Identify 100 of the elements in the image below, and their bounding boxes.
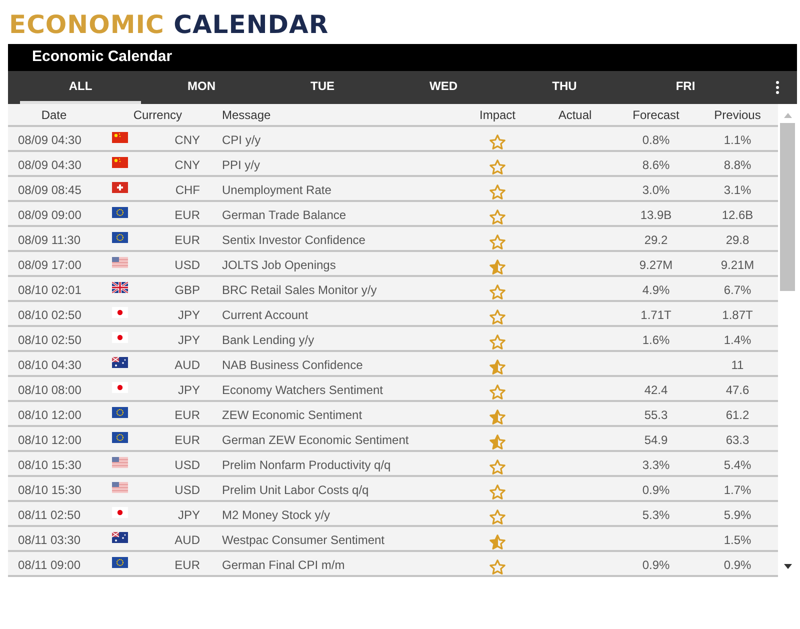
previous-cell: 1.7%: [724, 483, 752, 497]
scroll-down-icon[interactable]: [784, 564, 792, 569]
message-cell-text: M2 Money Stock y/y: [222, 507, 332, 524]
currency-cell-text: EUR: [174, 407, 200, 424]
forecast-cell: 9.27M: [639, 258, 673, 272]
scrollbar-thumb[interactable]: [780, 123, 795, 291]
forecast-cell: 8.6%: [642, 158, 670, 172]
message-cell-text: Sentix Investor Confidence: [222, 232, 366, 249]
date-cell-text: 08/09 08:45: [17, 182, 82, 199]
flag-icon: [112, 157, 128, 168]
date-cell-text: 08/10 04:30: [17, 357, 82, 374]
message-cell-text: Prelim Nonfarm Productivity q/q: [222, 457, 392, 474]
column-header: Message: [222, 106, 271, 124]
flag-icon: [112, 432, 128, 443]
currency-cell-text: EUR: [174, 432, 200, 449]
message-cell-text: CPI y/y: [222, 132, 262, 149]
previous-cell: 1.4%: [724, 333, 752, 347]
currency-cell-text: JPY: [178, 307, 200, 324]
date-cell-text: 08/10 02:50: [17, 307, 82, 324]
flag-icon: [112, 132, 128, 143]
date-cell-text: 08/09 09:00: [17, 207, 82, 224]
currency-cell-text: JPY: [178, 507, 200, 524]
day-tab[interactable]: ALL: [20, 71, 141, 104]
message-cell-text: PPI y/y: [222, 157, 262, 174]
date-cell-text: 08/10 15:30: [17, 457, 82, 474]
previous-cell: 1.5%: [724, 533, 752, 547]
currency-cell-text: EUR: [174, 207, 200, 224]
message-cell-text: Westpac Consumer Sentiment: [222, 532, 386, 549]
forecast-cell: 3.3%: [642, 458, 670, 472]
message-cell-text: German Final CPI m/m: [222, 557, 346, 574]
widget-title: Economic Calendar: [32, 47, 172, 68]
date-cell-text: 08/09 04:30: [17, 157, 82, 174]
column-header: Actual: [558, 106, 592, 124]
column-header: Impact: [479, 106, 516, 124]
previous-cell: 0.9%: [724, 558, 752, 572]
currency-cell-text: USD: [174, 257, 200, 274]
flag-icon: [112, 207, 128, 218]
day-tab[interactable]: TUE: [262, 71, 383, 104]
previous-cell: 1.1%: [724, 133, 752, 147]
flag-icon: [112, 457, 128, 468]
message-cell-text: JOLTS Job Openings: [222, 257, 337, 274]
currency-cell-text: GBP: [174, 282, 200, 299]
forecast-cell: 3.0%: [642, 183, 670, 197]
flag-icon: [112, 332, 128, 343]
date-cell-text: 08/09 04:30: [17, 132, 82, 149]
previous-cell: 61.2: [726, 408, 750, 422]
message-cell-text: NAB Business Confidence: [222, 357, 364, 374]
date-cell-text: 08/10 15:30: [17, 482, 82, 499]
date-cell-text: 08/10 12:00: [17, 432, 82, 449]
day-tab[interactable]: WED: [383, 71, 504, 104]
previous-cell: 5.9%: [724, 508, 752, 522]
forecast-cell: 54.9: [644, 433, 668, 447]
previous-cell: 9.21M: [720, 258, 754, 272]
date-cell-text: 08/09 17:00: [17, 257, 82, 274]
forecast-cell: 0.9%: [642, 483, 670, 497]
flag-icon: [112, 507, 128, 518]
day-tab[interactable]: THU: [504, 71, 625, 104]
flag-icon: [112, 382, 128, 393]
day-tab[interactable]: FRI: [625, 71, 746, 104]
currency-cell-text: JPY: [178, 332, 200, 349]
previous-cell: 63.3: [726, 433, 750, 447]
previous-cell: 12.6B: [722, 208, 754, 222]
forecast-cell: 0.9%: [642, 558, 670, 572]
flag-icon: [112, 532, 128, 543]
flag-icon: [112, 557, 128, 568]
message-cell-text: BRC Retail Sales Monitor y/y: [222, 282, 378, 299]
date-cell-text: 08/11 02:50: [17, 507, 82, 524]
previous-cell: 11: [731, 358, 744, 372]
flag-icon: [112, 307, 128, 318]
forecast-cell: 1.6%: [642, 333, 670, 347]
flag-icon: [112, 407, 128, 418]
date-cell-text: 08/10 12:00: [17, 407, 82, 424]
date-cell-text: 08/10 02:50: [17, 332, 82, 349]
column-header: Forecast: [632, 106, 680, 124]
column-header: Previous: [714, 106, 761, 124]
previous-cell: 47.6: [726, 383, 750, 397]
scroll-up-icon[interactable]: [784, 113, 792, 118]
date-cell-text: 08/10 02:01: [17, 282, 82, 299]
currency-cell-text: USD: [174, 457, 200, 474]
message-cell-text: Bank Lending y/y: [222, 332, 316, 349]
date-cell-text: 08/09 11:30: [17, 232, 82, 249]
forecast-cell: 1.71T: [640, 308, 672, 322]
currency-cell-text: JPY: [178, 382, 200, 399]
forecast-cell: 55.3: [644, 408, 668, 422]
column-header: Date: [41, 106, 67, 124]
message-cell-text: German Trade Balance: [222, 207, 348, 224]
message-cell-text: Economy Watchers Sentiment: [222, 382, 384, 399]
currency-cell-text: EUR: [174, 232, 200, 249]
previous-cell: 29.8: [726, 233, 750, 247]
currency-cell-text: USD: [174, 482, 200, 499]
message-cell-text: ZEW Economic Sentiment: [222, 407, 364, 424]
forecast-cell: 42.4: [644, 383, 668, 397]
flag-icon: [112, 257, 128, 268]
day-tab[interactable]: MON: [141, 71, 262, 104]
currency-cell-text: CHF: [175, 182, 200, 199]
page-heading: ECONOMIC CALENDAR: [8, 9, 330, 41]
message-cell-text: Current Account: [222, 307, 310, 324]
forecast-cell: 13.9B: [640, 208, 672, 222]
flag-icon: [112, 232, 128, 243]
previous-cell: 1.87T: [722, 308, 753, 322]
